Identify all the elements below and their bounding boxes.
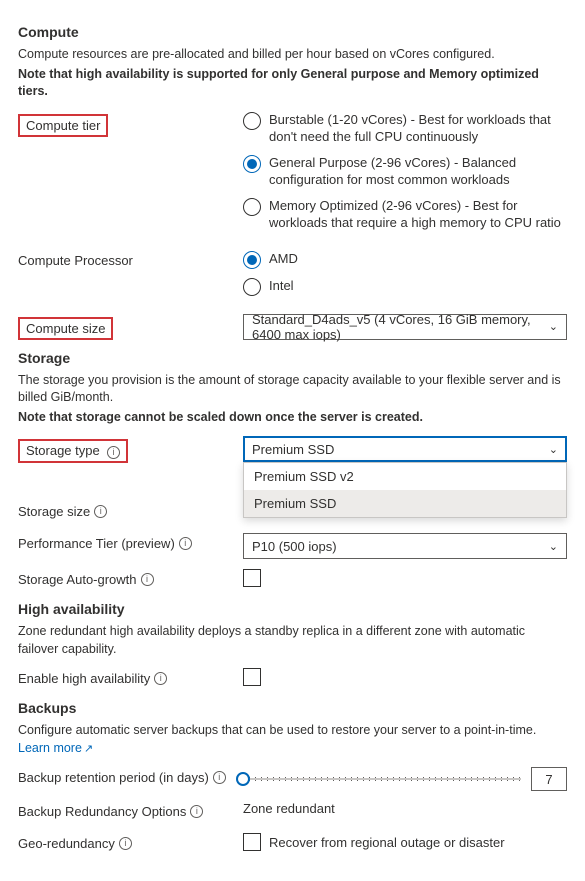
compute-tier-label: Compute tier: [18, 114, 108, 137]
geo-redundancy-check-label: Recover from regional outage or disaster: [269, 835, 505, 850]
info-icon[interactable]: i: [119, 837, 132, 850]
storage-type-option-ssd[interactable]: Premium SSD: [244, 490, 566, 517]
chevron-down-icon: ⌄: [549, 320, 558, 333]
storage-desc-1: The storage you provision is the amount …: [18, 372, 567, 407]
performance-tier-value: P10 (500 iops): [252, 539, 337, 554]
processor-amd-radio[interactable]: AMD: [243, 250, 567, 269]
radio-icon: [243, 278, 261, 296]
storage-autogrowth-label: Storage Auto-growth: [18, 572, 137, 587]
performance-tier-label: Performance Tier (preview): [18, 536, 175, 551]
processor-intel-radio[interactable]: Intel: [243, 277, 567, 296]
info-icon[interactable]: i: [179, 537, 192, 550]
storage-type-option-ssdv2[interactable]: Premium SSD v2: [244, 463, 566, 490]
geo-redundancy-label: Geo-redundancy: [18, 836, 115, 851]
retention-value-input[interactable]: 7: [531, 767, 567, 791]
tier-general-radio[interactable]: General Purpose (2-96 vCores) - Balanced…: [243, 154, 567, 189]
info-icon[interactable]: i: [190, 805, 203, 818]
processor-intel-label: Intel: [269, 277, 294, 295]
radio-icon: [243, 155, 261, 173]
retention-slider[interactable]: [243, 777, 521, 781]
chevron-down-icon: ⌄: [549, 540, 558, 553]
info-icon[interactable]: i: [213, 771, 226, 784]
storage-heading: Storage: [18, 350, 567, 366]
tier-burstable-radio[interactable]: Burstable (1-20 vCores) - Best for workl…: [243, 111, 567, 146]
storage-desc-2: Note that storage cannot be scaled down …: [18, 409, 567, 427]
info-icon[interactable]: i: [94, 505, 107, 518]
storage-type-menu: Premium SSD v2 Premium SSD: [243, 462, 567, 518]
ha-desc: Zone redundant high availability deploys…: [18, 623, 567, 658]
learn-more-link[interactable]: Learn more: [18, 741, 82, 755]
tier-memory-radio[interactable]: Memory Optimized (2-96 vCores) - Best fo…: [243, 197, 567, 232]
compute-size-value: Standard_D4ads_v5 (4 vCores, 16 GiB memo…: [252, 312, 549, 342]
processor-amd-label: AMD: [269, 250, 298, 268]
info-icon[interactable]: i: [154, 672, 167, 685]
tier-general-label: General Purpose (2-96 vCores) - Balanced…: [269, 154, 567, 189]
external-link-icon: ↗: [84, 743, 93, 755]
info-icon[interactable]: i: [107, 446, 120, 459]
compute-processor-label: Compute Processor: [18, 250, 243, 268]
performance-tier-select[interactable]: P10 (500 iops) ⌄: [243, 533, 567, 559]
backups-heading: Backups: [18, 700, 567, 716]
storage-type-select[interactable]: Premium SSD ⌄: [243, 436, 567, 462]
chevron-down-icon: ⌄: [549, 443, 558, 456]
compute-desc-2: Note that high availability is supported…: [18, 66, 567, 101]
storage-type-value: Premium SSD: [252, 442, 334, 457]
compute-size-select[interactable]: Standard_D4ads_v5 (4 vCores, 16 GiB memo…: [243, 314, 567, 340]
info-icon[interactable]: i: [141, 573, 154, 586]
redundancy-value: Zone redundant: [243, 801, 335, 816]
geo-redundancy-checkbox[interactable]: [243, 833, 261, 851]
backups-desc: Configure automatic server backups that …: [18, 723, 536, 737]
backups-desc-line: Configure automatic server backups that …: [18, 722, 567, 757]
compute-heading: Compute: [18, 24, 567, 40]
storage-size-label: Storage size: [18, 504, 90, 519]
redundancy-label: Backup Redundancy Options: [18, 804, 186, 819]
retention-label: Backup retention period (in days): [18, 770, 209, 785]
radio-icon: [243, 251, 261, 269]
ha-heading: High availability: [18, 601, 567, 617]
compute-desc-1: Compute resources are pre-allocated and …: [18, 46, 567, 64]
compute-size-label: Compute size: [18, 317, 113, 340]
storage-autogrowth-checkbox[interactable]: [243, 569, 261, 587]
radio-icon: [243, 112, 261, 130]
radio-icon: [243, 198, 261, 216]
storage-type-label: Storage type: [26, 443, 100, 458]
enable-ha-label: Enable high availability: [18, 671, 150, 686]
enable-ha-checkbox[interactable]: [243, 668, 261, 686]
slider-thumb-icon[interactable]: [236, 772, 250, 786]
storage-type-label-box: Storage type i: [18, 439, 128, 463]
tier-memory-label: Memory Optimized (2-96 vCores) - Best fo…: [269, 197, 567, 232]
tier-burstable-label: Burstable (1-20 vCores) - Best for workl…: [269, 111, 567, 146]
